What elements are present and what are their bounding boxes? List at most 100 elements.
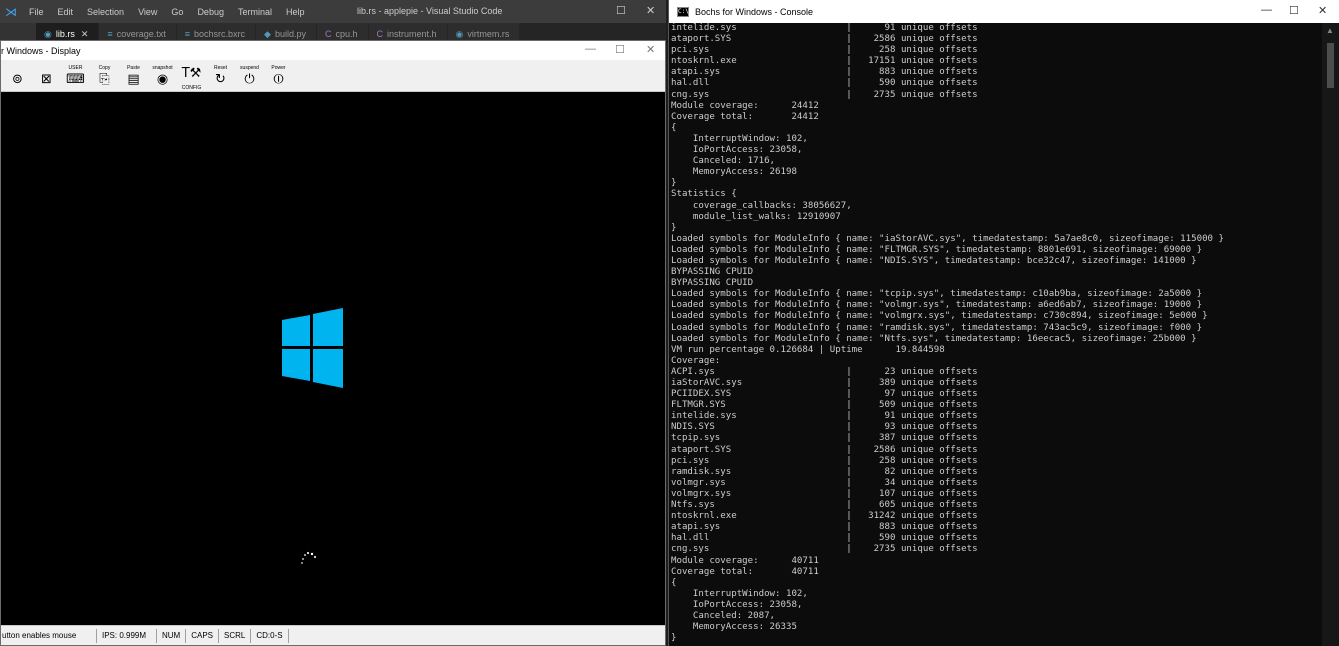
vscode-maximize-icon[interactable]: ☐ xyxy=(616,4,626,17)
tab-label: coverage.txt xyxy=(116,29,166,39)
console-line: Module coverage: 40711 xyxy=(671,555,819,566)
menu-help[interactable]: Help xyxy=(279,7,312,17)
vscode-titlebar: ⋊ File Edit Selection View Go Debug Term… xyxy=(0,0,666,23)
menu-file[interactable]: File xyxy=(22,7,51,17)
menu-selection[interactable]: Selection xyxy=(80,7,131,17)
config-icon: T⚒ xyxy=(181,66,202,81)
console-line: atapi.sys | 883 unique offsets xyxy=(671,522,978,533)
menu-edit[interactable]: Edit xyxy=(51,7,81,17)
console-line: } xyxy=(671,178,677,189)
console-line: Module coverage: 24412 xyxy=(671,100,819,111)
cdrom-button[interactable]: ⊚ xyxy=(3,61,32,91)
copy-button[interactable]: Copy ⎘ xyxy=(90,61,119,91)
console-line: Loaded symbols for ModuleInfo { name: "F… xyxy=(671,244,1203,255)
c-header-icon: C xyxy=(324,29,332,39)
console-line: ataport.SYS | 2586 unique offsets xyxy=(671,34,978,45)
tab-label: build.py xyxy=(274,29,306,39)
bochs-titlebar[interactable]: r Windows - Display — ☐ ✕ xyxy=(1,41,665,60)
console-window-title: Bochs for Windows - Console xyxy=(695,6,814,17)
console-line: ramdisk.sys | 82 unique offsets xyxy=(671,466,978,477)
console-line: ntoskrnl.exe | 17151 unique offsets xyxy=(671,56,978,67)
console-line: coverage_callbacks: 38056627, xyxy=(671,200,852,211)
snapshot-icon: ◉ xyxy=(156,72,169,87)
menu-go[interactable]: Go xyxy=(164,7,190,17)
tab-label: lib.rs xyxy=(55,29,75,39)
status-mouse-hint: utton enables mouse xyxy=(1,628,97,643)
user-icon: ⌨ xyxy=(66,72,85,87)
console-line: intelide.sys | 91 unique offsets xyxy=(671,23,978,33)
c-header-icon: C xyxy=(376,29,384,39)
console-line: } xyxy=(671,222,677,233)
console-line: Coverage total: 40711 xyxy=(671,566,819,577)
console-line: BYPASSING CPUID xyxy=(671,267,754,278)
close-icon[interactable]: ✕ xyxy=(1318,4,1327,17)
reset-button[interactable]: Reset ↻ xyxy=(206,61,235,91)
console-line: Canceled: 2087, xyxy=(671,610,776,621)
suspend-icon: ⏻ xyxy=(244,72,255,87)
copy-icon: ⎘ xyxy=(99,72,110,87)
bochs-console-window: C:\ Bochs for Windows - Console — ☐ ✕ in… xyxy=(668,0,1339,646)
console-line: pci.sys | 258 unique offsets xyxy=(671,45,978,56)
console-line: VM run percentage 0.126684 | Uptime 19.8… xyxy=(671,344,945,355)
console-line: cng.sys | 2735 unique offsets xyxy=(671,89,978,100)
console-line: { xyxy=(671,122,677,133)
console-line: InterruptWindow: 102, xyxy=(671,133,808,144)
console-line: IoPortAccess: 23058, xyxy=(671,599,803,610)
windows-logo-icon xyxy=(282,308,343,388)
mouse-icon: ⊠ xyxy=(41,72,52,87)
cdrom-icon: ⊚ xyxy=(12,72,23,87)
console-output: intelide.sys | 91 unique offsets ataport.… xyxy=(671,23,1323,646)
close-icon[interactable]: ✕ xyxy=(81,29,89,40)
status-caps: CAPS xyxy=(186,628,220,643)
console-line: ACPI.sys | 23 unique offsets xyxy=(671,366,978,377)
minimize-icon[interactable]: — xyxy=(1261,4,1272,16)
console-line: intelide.sys | 91 unique offsets xyxy=(671,411,978,422)
console-line: MemoryAccess: 26335 xyxy=(671,622,797,633)
maximize-icon[interactable]: ☐ xyxy=(615,43,625,56)
guest-screen[interactable] xyxy=(1,93,665,627)
scrollbar-thumb[interactable] xyxy=(1327,43,1334,88)
python-file-icon: ◆ xyxy=(264,28,271,39)
vscode-close-icon[interactable]: ✕ xyxy=(646,4,655,17)
console-line: Loaded symbols for ModuleInfo { name: "i… xyxy=(671,233,1224,244)
console-line: ntoskrnl.exe | 31242 unique offsets xyxy=(671,511,978,522)
power-button[interactable]: Power ⏼ xyxy=(264,61,293,91)
console-line: BYPASSING CPUID xyxy=(671,278,754,289)
vscode-logo-icon: ⋊ xyxy=(5,4,17,19)
console-line: tcpip.sys | 387 unique offsets xyxy=(671,433,978,444)
console-line: volmgr.sys | 34 unique offsets xyxy=(671,477,978,488)
rust-file-icon: ◉ xyxy=(455,28,464,39)
suspend-button[interactable]: suspend ⏻ xyxy=(235,61,264,91)
console-line: Statistics { xyxy=(671,189,737,200)
menu-terminal[interactable]: Terminal xyxy=(231,7,279,17)
console-line: Coverage total: 24412 xyxy=(671,111,819,122)
menu-debug[interactable]: Debug xyxy=(190,7,231,17)
mouse-button[interactable]: ⊠ xyxy=(32,61,61,91)
console-line: pci.sys | 258 unique offsets xyxy=(671,455,978,466)
console-app-icon: C:\ xyxy=(677,6,689,17)
minimize-icon[interactable]: — xyxy=(585,43,596,55)
user-button[interactable]: USER ⌨ xyxy=(61,61,90,91)
snapshot-button[interactable]: snapshot ◉ xyxy=(148,61,177,91)
paste-button[interactable]: Paste ▤ xyxy=(119,61,148,91)
loading-spinner-icon xyxy=(301,551,317,564)
console-line: module_list_walks: 12910907 xyxy=(671,211,841,222)
rust-file-icon: ◉ xyxy=(44,28,52,39)
console-line: IoPortAccess: 23058, xyxy=(671,145,803,156)
console-line: NDIS.SYS | 93 unique offsets xyxy=(671,422,978,433)
console-line: Loaded symbols for ModuleInfo { name: "v… xyxy=(671,300,1203,311)
console-scrollbar[interactable]: ▲ xyxy=(1322,23,1339,646)
console-line: Coverage: xyxy=(671,355,721,366)
maximize-icon[interactable]: ☐ xyxy=(1289,4,1299,17)
menu-view[interactable]: View xyxy=(131,7,164,17)
config-button[interactable]: T⚒ CONFIG xyxy=(177,61,206,91)
scroll-up-icon[interactable]: ▲ xyxy=(1326,26,1334,35)
tab-label: cpu.h xyxy=(335,29,358,39)
console-line: atapi.sys | 883 unique offsets xyxy=(671,67,978,78)
console-line: ataport.SYS | 2586 unique offsets xyxy=(671,444,978,455)
tab-label: virtmem.rs xyxy=(467,29,510,39)
console-line: { xyxy=(671,577,677,588)
console-titlebar[interactable]: C:\ Bochs for Windows - Console — ☐ ✕ xyxy=(669,0,1339,23)
tab-label: instrument.h xyxy=(387,29,437,39)
close-icon[interactable]: ✕ xyxy=(646,43,655,56)
